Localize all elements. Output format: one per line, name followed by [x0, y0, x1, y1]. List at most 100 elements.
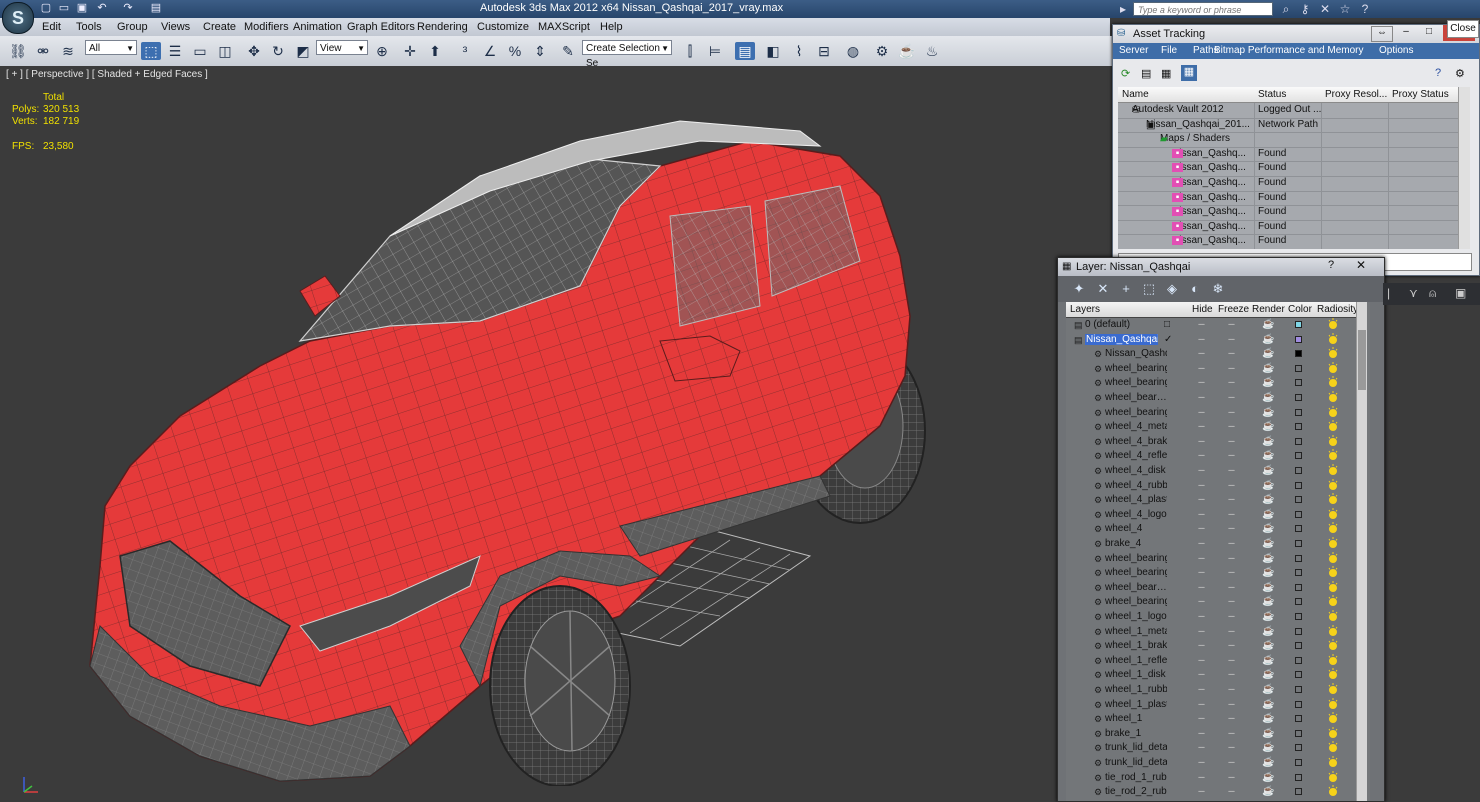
color-swatch[interactable] — [1295, 598, 1302, 606]
radiosity-icon[interactable] — [1328, 537, 1338, 549]
asset-row[interactable]: ▪ Nissan_Qashq... Found — [1118, 176, 1458, 192]
at-menu-server[interactable]: Server — [1119, 45, 1148, 56]
layer-manager-window[interactable]: ▦ Layer: Nissan_Qashqai ? ✕ ✦ ✕ + ⬚ ◈ ◐ … — [1057, 257, 1385, 802]
hide-toggle[interactable]: --- — [1198, 684, 1205, 694]
render-teapot-icon[interactable]: ☕ — [1262, 348, 1274, 359]
color-swatch[interactable] — [1295, 554, 1302, 562]
render-teapot-icon[interactable]: ☕ — [1262, 436, 1274, 447]
delete-layer-icon[interactable]: ✕ — [1094, 281, 1112, 297]
layer-name[interactable]: tie_rod_2_rubbe — [1105, 786, 1167, 797]
freeze-toggle[interactable]: --- — [1228, 626, 1235, 636]
render-teapot-icon[interactable]: ☕ — [1262, 699, 1274, 710]
hide-toggle[interactable]: --- — [1198, 480, 1205, 490]
layer-name[interactable]: wheel_4 — [1105, 523, 1167, 534]
detail-view-icon[interactable]: ▦ — [1161, 67, 1171, 80]
layer-row[interactable]: ⚙ wheel_4 --- --- ☕ — [1066, 522, 1362, 537]
select-by-name-icon[interactable]: ☰ — [165, 42, 185, 60]
highlight-layer-icon[interactable]: ◈ — [1163, 281, 1181, 297]
select-manipulate-icon[interactable]: ✛ — [400, 42, 420, 60]
render-teapot-icon[interactable]: ☕ — [1262, 611, 1274, 622]
refresh-icon[interactable]: ⟳ — [1121, 67, 1130, 80]
menu-create[interactable]: Create — [203, 21, 236, 33]
edit-named-sets-icon[interactable]: ✎ — [558, 42, 578, 60]
freeze-toggle[interactable]: --- — [1228, 757, 1235, 767]
new-file-icon[interactable]: ▢ — [38, 1, 54, 16]
create-layer-icon[interactable]: ✦ — [1070, 281, 1088, 297]
render-teapot-icon[interactable]: ☕ — [1262, 494, 1274, 505]
at-menu-bitmap-performance[interactable]: Bitmap Performance and Memory — [1214, 45, 1364, 56]
freeze-toggle[interactable]: --- — [1228, 728, 1235, 738]
color-swatch[interactable] — [1295, 700, 1302, 708]
freeze-toggle[interactable]: --- — [1228, 334, 1235, 344]
redo-icon[interactable]: ↷ — [120, 1, 136, 16]
bind-spacewarp-icon[interactable]: ≋ — [58, 42, 78, 60]
color-swatch[interactable] — [1295, 656, 1302, 664]
render-teapot-icon[interactable]: ☕ — [1262, 772, 1274, 783]
layer-row[interactable]: ⚙ wheel_4_logo --- --- ☕ — [1066, 507, 1362, 523]
radiosity-icon[interactable] — [1328, 741, 1338, 753]
options-icon[interactable]: ⚙ — [1455, 67, 1465, 80]
menu-customize[interactable]: Customize — [477, 21, 529, 33]
menu-maxscript[interactable]: MAXScript — [538, 21, 590, 33]
layer-name[interactable]: 0 (default) — [1085, 319, 1147, 330]
hide-toggle[interactable]: --- — [1198, 728, 1205, 738]
render-teapot-icon[interactable]: ☕ — [1262, 465, 1274, 476]
radiosity-icon[interactable] — [1328, 522, 1338, 534]
scale-icon[interactable]: ◩ — [293, 42, 313, 60]
layer-name[interactable]: wheel_bear…1_ — [1105, 582, 1167, 593]
radiosity-icon[interactable] — [1328, 566, 1338, 578]
render-production-icon[interactable]: ♨ — [922, 42, 942, 60]
menu-graph-editors[interactable]: Graph Editors — [347, 21, 415, 33]
radiosity-icon[interactable] — [1328, 551, 1338, 564]
layer-row[interactable]: ⚙wheel_1_reflecti --- --- ☕ — [1066, 653, 1362, 669]
open-file-icon[interactable]: ▭ — [56, 1, 72, 16]
layer-name[interactable]: tie_rod_1_rubbe — [1105, 772, 1167, 783]
show-end-result-icon[interactable]: ⍝ — [1429, 286, 1436, 301]
radiosity-icon[interactable] — [1328, 478, 1338, 491]
layer-row[interactable]: ⚙trunk_lid_detail_ --- --- ☕ — [1066, 741, 1362, 756]
pivot-center-icon[interactable]: ⊕ — [372, 42, 392, 60]
radiosity-icon[interactable] — [1328, 624, 1338, 637]
render-teapot-icon[interactable]: ☕ — [1262, 596, 1274, 607]
asset-row[interactable]: ▰ Maps / Shaders — [1118, 132, 1458, 148]
hide-toggle[interactable]: --- — [1198, 538, 1205, 548]
hide-toggle[interactable]: --- — [1198, 655, 1205, 665]
minimize-icon[interactable]: – — [1396, 26, 1416, 40]
color-swatch[interactable] — [1295, 569, 1302, 577]
freeze-toggle[interactable]: --- — [1228, 772, 1235, 782]
layer-name[interactable]: wheel_1_plastic — [1105, 699, 1167, 710]
render-teapot-icon[interactable]: ☕ — [1262, 509, 1274, 520]
spinner-snap-icon[interactable]: ⇕ — [530, 42, 550, 60]
layer-row[interactable]: ⚙ wheel_4_metal --- --- ☕ — [1066, 420, 1362, 435]
hide-toggle[interactable]: --- — [1198, 626, 1205, 636]
snaps-toggle-icon[interactable]: ³ — [455, 42, 475, 60]
freeze-toggle[interactable]: --- — [1228, 786, 1235, 796]
asset-row[interactable]: ▪ Nissan_Qashq... Found — [1118, 161, 1458, 177]
asset-tracking-window[interactable]: ⛁ Asset Tracking ⇔ – □ ✕ Server File Pat… — [1112, 24, 1480, 276]
layer-row[interactable]: ⚙ wheel_1_metal --- --- ☕ — [1066, 624, 1362, 640]
color-swatch[interactable] — [1295, 671, 1302, 679]
hide-toggle[interactable]: --- — [1198, 494, 1205, 504]
hide-toggle[interactable]: --- — [1198, 742, 1205, 752]
layer-name[interactable]: wheel_4_metal — [1105, 421, 1167, 432]
asset-row[interactable]: ▪ Nissan_Qashq... Found — [1118, 190, 1458, 207]
layer-name[interactable]: wheel_1_reflecti — [1105, 655, 1167, 666]
layer-row[interactable]: ⚙wheel_4_plastic --- --- ☕ — [1066, 493, 1362, 508]
render-teapot-icon[interactable]: ☕ — [1262, 786, 1274, 797]
color-swatch[interactable] — [1295, 335, 1302, 343]
radiosity-icon[interactable] — [1328, 464, 1338, 476]
color-swatch[interactable] — [1295, 642, 1302, 650]
layer-scrollbar[interactable] — [1356, 302, 1367, 801]
color-swatch[interactable] — [1295, 773, 1302, 781]
col-freeze[interactable]: Freeze — [1218, 304, 1249, 315]
layer-row[interactable]: ⚙wheel_1_brake_ --- --- ☕ — [1066, 639, 1362, 654]
menu-group[interactable]: Group — [117, 21, 148, 33]
radiosity-icon[interactable] — [1328, 595, 1338, 607]
freeze-toggle[interactable]: --- — [1228, 319, 1235, 329]
render-teapot-icon[interactable]: ☕ — [1262, 377, 1274, 388]
search-expand-icon[interactable]: ▸ — [1114, 1, 1132, 17]
radiosity-icon[interactable] — [1328, 653, 1338, 666]
radiosity-icon[interactable] — [1328, 683, 1338, 695]
ref-coord-dropdown[interactable]: View ▼ — [316, 40, 368, 55]
radiosity-icon[interactable] — [1328, 580, 1338, 593]
